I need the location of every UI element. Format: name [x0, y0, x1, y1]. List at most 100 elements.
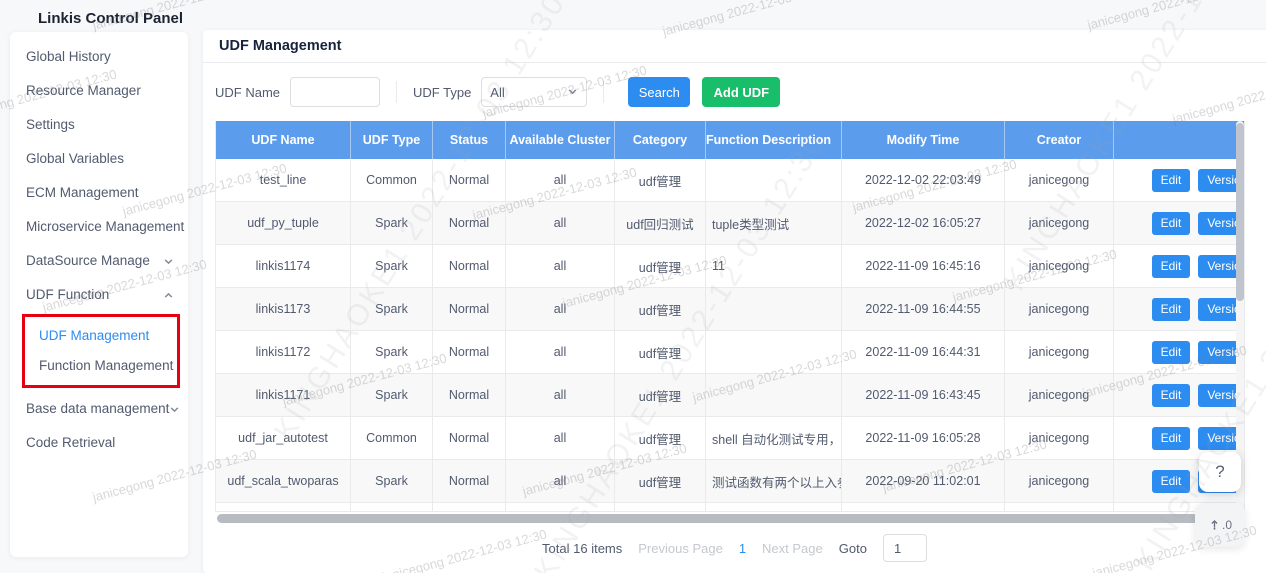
udf-type-select[interactable]: All — [481, 77, 587, 107]
cell-udf-name: udf_py_tuple — [216, 202, 351, 244]
table-row: linkis1173 Spark Normal all udf管理 2022-1… — [216, 288, 1245, 331]
edit-button[interactable]: Edit — [1152, 384, 1191, 407]
cell-empty — [842, 503, 1005, 511]
cell-available-cluster: all — [506, 417, 615, 459]
vertical-scrollbar-thumb[interactable] — [1236, 123, 1244, 301]
cell-actions: Edit Version List — [1114, 245, 1245, 287]
table-row: udf_jar_autotest Common Normal all udf管理… — [216, 417, 1245, 460]
next-page-button[interactable]: Next Page — [762, 541, 823, 556]
cell-udf-name: linkis1173 — [216, 288, 351, 330]
udf-name-input[interactable] — [290, 77, 380, 107]
udf-name-label: UDF Name — [215, 85, 280, 100]
cell-creator: janicegong — [1005, 460, 1114, 502]
chevron-down-icon — [169, 404, 180, 415]
sidebar-subitem-function-management[interactable]: Function Management — [25, 351, 177, 381]
sidebar-item-label: ECM Management — [26, 176, 139, 210]
watermark-text: janicegong 2022-12-03 12:30 — [1086, 0, 1253, 33]
edit-button[interactable]: Edit — [1152, 298, 1191, 321]
table-row: linkis1174 Spark Normal all udf管理 11 202… — [216, 245, 1245, 288]
vertical-scrollbar-track[interactable] — [1236, 121, 1244, 511]
search-button[interactable]: Search — [628, 77, 690, 107]
sidebar-item-resource-manager[interactable]: Resource Manager — [10, 74, 188, 108]
horizontal-scrollbar-thumb[interactable] — [217, 514, 1229, 523]
cell-available-cluster: all — [506, 288, 615, 330]
cell-status: Normal — [433, 245, 506, 287]
cell-status: Normal — [433, 331, 506, 373]
cell-actions: Edit Version List — [1114, 331, 1245, 373]
sidebar-item-microservice-management[interactable]: Microservice Management — [10, 210, 188, 244]
cell-available-cluster: all — [506, 202, 615, 244]
scroll-top-button[interactable]: .0 — [1195, 503, 1245, 547]
add-udf-button[interactable]: Add UDF — [702, 77, 780, 107]
cell-function-description: 测试函数有两个以上入参... — [706, 460, 842, 502]
column-header-available-cluster: Available Cluster — [506, 121, 615, 159]
cell-creator: janicegong — [1005, 331, 1114, 373]
edit-button[interactable]: Edit — [1152, 341, 1191, 364]
chevron-up-icon — [163, 290, 174, 301]
sidebar-item-udf-function[interactable]: UDF Function — [10, 278, 188, 312]
chevron-down-icon — [163, 256, 174, 267]
cell-empty — [615, 503, 706, 511]
cell-modify-time: 2022-11-09 16:44:31 — [842, 331, 1005, 373]
table-row: test_line Common Normal all udf管理 2022-1… — [216, 159, 1245, 202]
sidebar-item-global-variables[interactable]: Global Variables — [10, 142, 188, 176]
cell-status: Normal — [433, 460, 506, 502]
sidebar-item-label: Base data management — [26, 392, 169, 426]
help-button[interactable]: ? — [1199, 452, 1241, 492]
sidebar-item-label: Microservice Management — [26, 210, 184, 244]
cell-status: Normal — [433, 288, 506, 330]
column-header-function-description: Function Description — [706, 121, 842, 159]
cell-udf-type: Spark — [351, 288, 433, 330]
pagination: Total 16 items Previous Page 1 Next Page… — [203, 534, 1266, 562]
cell-empty — [1005, 503, 1114, 511]
cell-category: udf管理 — [615, 417, 706, 459]
scroll-top-badge: .0 — [1222, 518, 1232, 532]
cell-udf-name: test_line — [216, 159, 351, 201]
cell-category: udf管理 — [615, 159, 706, 201]
cell-udf-name: udf_scala_twoparas — [216, 460, 351, 502]
column-header-udf-type: UDF Type — [351, 121, 433, 159]
cell-udf-type: Spark — [351, 460, 433, 502]
column-header-udf-name: UDF Name — [216, 121, 351, 159]
sidebar-item-base-data-management[interactable]: Base data management — [10, 392, 188, 426]
table-row-clipped — [216, 503, 1245, 511]
edit-button[interactable]: Edit — [1152, 212, 1191, 235]
cell-actions: Edit Version List — [1114, 159, 1245, 201]
cell-actions: Edit Version List — [1114, 374, 1245, 416]
column-header-actions — [1114, 121, 1245, 159]
cell-creator: janicegong — [1005, 159, 1114, 201]
arrow-up-icon — [1208, 517, 1221, 533]
edit-button[interactable]: Edit — [1152, 427, 1191, 450]
cell-modify-time: 2022-12-02 16:05:27 — [842, 202, 1005, 244]
cell-modify-time: 2022-12-02 22:03:49 — [842, 159, 1005, 201]
sidebar: Global History Resource Manager Settings… — [10, 32, 188, 557]
sidebar-item-code-retrieval[interactable]: Code Retrieval — [10, 426, 188, 460]
table-row: linkis1171 Spark Normal all udf管理 2022-1… — [216, 374, 1245, 417]
cell-creator: janicegong — [1005, 288, 1114, 330]
cell-status: Normal — [433, 202, 506, 244]
horizontal-scrollbar-track[interactable] — [215, 514, 1245, 523]
cell-function-description — [706, 288, 842, 330]
cell-udf-name: linkis1174 — [216, 245, 351, 287]
sidebar-item-ecm-management[interactable]: ECM Management — [10, 176, 188, 210]
edit-button[interactable]: Edit — [1152, 470, 1191, 493]
cell-empty — [506, 503, 615, 511]
sidebar-item-global-history[interactable]: Global History — [10, 40, 188, 74]
edit-button[interactable]: Edit — [1152, 255, 1191, 278]
table-row: udf_py_tuple Spark Normal all udf回归测试 tu… — [216, 202, 1245, 245]
current-page-number[interactable]: 1 — [739, 541, 746, 556]
sidebar-item-datasource-manage[interactable]: DataSource Manage — [10, 244, 188, 278]
cell-creator: janicegong — [1005, 202, 1114, 244]
page-heading: UDF Management — [203, 30, 1266, 63]
sidebar-subitem-udf-management[interactable]: UDF Management — [25, 321, 177, 351]
sidebar-item-label: Resource Manager — [26, 74, 141, 108]
column-header-modify-time: Modify Time — [842, 121, 1005, 159]
cell-category: udf回归测试 — [615, 202, 706, 244]
goto-page-input[interactable] — [883, 534, 927, 562]
previous-page-button[interactable]: Previous Page — [638, 541, 723, 556]
cell-status: Normal — [433, 159, 506, 201]
sidebar-item-label: Global History — [26, 40, 111, 74]
sidebar-item-settings[interactable]: Settings — [10, 108, 188, 142]
cell-modify-time: 2022-11-09 16:45:16 — [842, 245, 1005, 287]
edit-button[interactable]: Edit — [1152, 169, 1191, 192]
